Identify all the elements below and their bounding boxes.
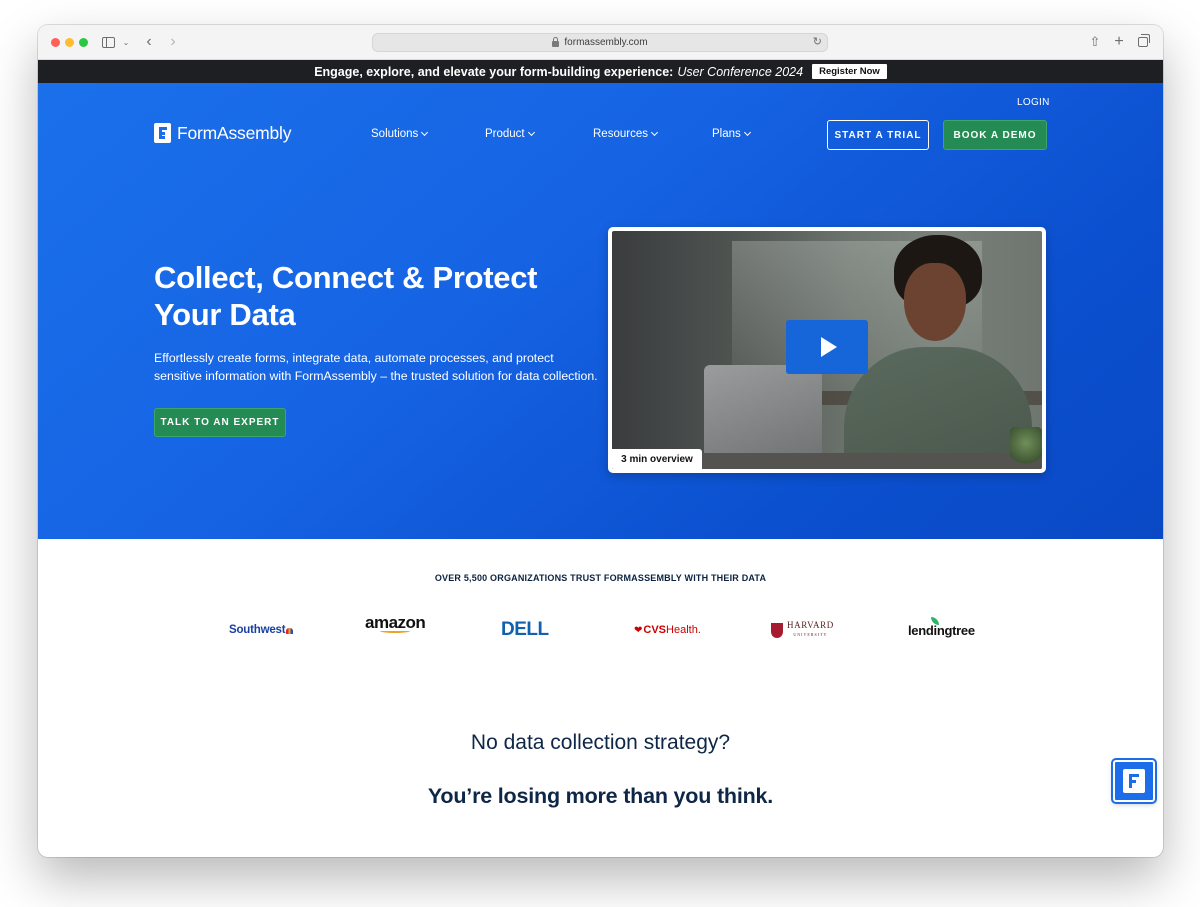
cvs-health-text: Health. xyxy=(666,624,701,636)
heart-icon: ❤ xyxy=(634,624,643,636)
chevron-down-icon xyxy=(650,128,659,137)
southwest-logo-text: Southwest xyxy=(229,624,286,636)
trust-heading: OVER 5,500 ORGANIZATIONS TRUST FORMASSEM… xyxy=(434,573,767,583)
forward-icon[interactable]: › xyxy=(166,32,180,52)
play-icon xyxy=(821,337,837,357)
harvard-logo: HARVARD UNIVERSITY xyxy=(771,620,834,640)
screenshot-stage: ⌄ ‹ › formassembly.com ↻ ⇧ + Engage, exp… xyxy=(0,0,1200,907)
harvard-wordmark: HARVARD UNIVERSITY xyxy=(787,621,834,639)
harvard-logo-text: HARVARD xyxy=(787,620,834,630)
new-tab-icon[interactable]: + xyxy=(1112,32,1126,52)
announcement-bar: Engage, explore, and elevate your form-b… xyxy=(38,60,1163,83)
overview-video[interactable]: 3 min overview xyxy=(608,227,1046,473)
cvs-health-logo: ❤ CVS Health. xyxy=(634,620,701,640)
smile-arrow-icon xyxy=(380,629,411,633)
formassembly-logo-icon xyxy=(1123,769,1145,793)
address-bar[interactable]: formassembly.com ↻ xyxy=(372,33,828,52)
nav-product[interactable]: Product xyxy=(485,128,535,140)
lock-icon xyxy=(552,36,560,47)
nav-resources[interactable]: Resources xyxy=(593,128,659,140)
lendingtree-logo-text: lendingtree xyxy=(908,622,975,638)
play-button[interactable] xyxy=(786,320,868,374)
hero-title: Collect, Connect & Protect Your Data xyxy=(154,260,538,332)
video-plant xyxy=(1010,427,1042,467)
section-question: No data collection strategy? xyxy=(470,731,731,754)
amazon-logo: amazon xyxy=(365,613,426,633)
video-thumbnail[interactable]: 3 min overview xyxy=(612,231,1042,469)
login-link[interactable]: LOGIN xyxy=(1017,97,1050,108)
nav-label: Product xyxy=(485,128,525,140)
chevron-down-icon[interactable]: ⌄ xyxy=(122,32,130,52)
chevron-down-icon xyxy=(527,128,535,137)
heart-icon xyxy=(286,628,294,634)
cvs-logo-text: CVS xyxy=(643,624,667,636)
minimize-window-button[interactable] xyxy=(65,38,74,47)
harvard-sub-text: UNIVERSITY xyxy=(793,632,828,637)
formassembly-logo[interactable]: FormAssembly xyxy=(154,123,291,143)
register-now-button[interactable]: Register Now xyxy=(812,64,887,79)
video-person-body xyxy=(844,347,1032,469)
announcement-text: Engage, explore, and elevate your form-b… xyxy=(314,64,674,79)
formassembly-chat-button[interactable] xyxy=(1113,760,1155,802)
lendingtree-logo: lendingtree xyxy=(908,617,975,640)
share-icon[interactable]: ⇧ xyxy=(1088,32,1102,52)
browser-toolbar: ⌄ ‹ › formassembly.com ↻ ⇧ + xyxy=(38,25,1163,60)
hero-subtitle: Effortlessly create forms, integrate dat… xyxy=(154,351,598,383)
nav-solutions[interactable]: Solutions xyxy=(371,128,429,140)
start-trial-button[interactable]: START A TRIAL xyxy=(827,120,929,150)
tabs-overview-icon[interactable] xyxy=(1136,32,1150,52)
reload-icon[interactable]: ↻ xyxy=(813,35,822,48)
shield-icon xyxy=(771,622,783,638)
dell-logo-text: DELL xyxy=(501,619,549,640)
book-demo-button[interactable]: BOOK A DEMO xyxy=(943,120,1047,150)
chevron-down-icon xyxy=(421,128,429,137)
back-icon[interactable]: ‹ xyxy=(142,32,156,52)
url-text: formassembly.com xyxy=(564,37,648,48)
section-answer: You’re losing more than you think. xyxy=(427,784,774,808)
nav-label: Solutions xyxy=(371,128,419,140)
video-person-face xyxy=(904,263,966,341)
chevron-down-icon xyxy=(743,128,751,137)
nav-plans[interactable]: Plans xyxy=(712,128,751,140)
talk-to-expert-button[interactable]: TALK TO AN EXPERT xyxy=(154,408,286,437)
sidebar-icon[interactable] xyxy=(101,32,115,52)
nav-label: Plans xyxy=(712,128,741,140)
hero-section: LOGIN FormAssembly Solutions Product Res… xyxy=(38,83,1163,539)
southwest-logo: Southwest xyxy=(229,620,294,640)
nav-label: Resources xyxy=(593,128,648,140)
zoom-window-button[interactable] xyxy=(79,38,88,47)
video-duration-badge: 3 min overview xyxy=(612,449,702,469)
browser-window: ⌄ ‹ › formassembly.com ↻ ⇧ + Engage, exp… xyxy=(38,25,1163,857)
close-window-button[interactable] xyxy=(51,38,60,47)
dell-logo: DELL xyxy=(501,619,549,640)
formassembly-logo-icon xyxy=(154,123,171,143)
logo-text: FormAssembly xyxy=(177,122,292,143)
announcement-event: User Conference 2024 xyxy=(677,64,804,79)
